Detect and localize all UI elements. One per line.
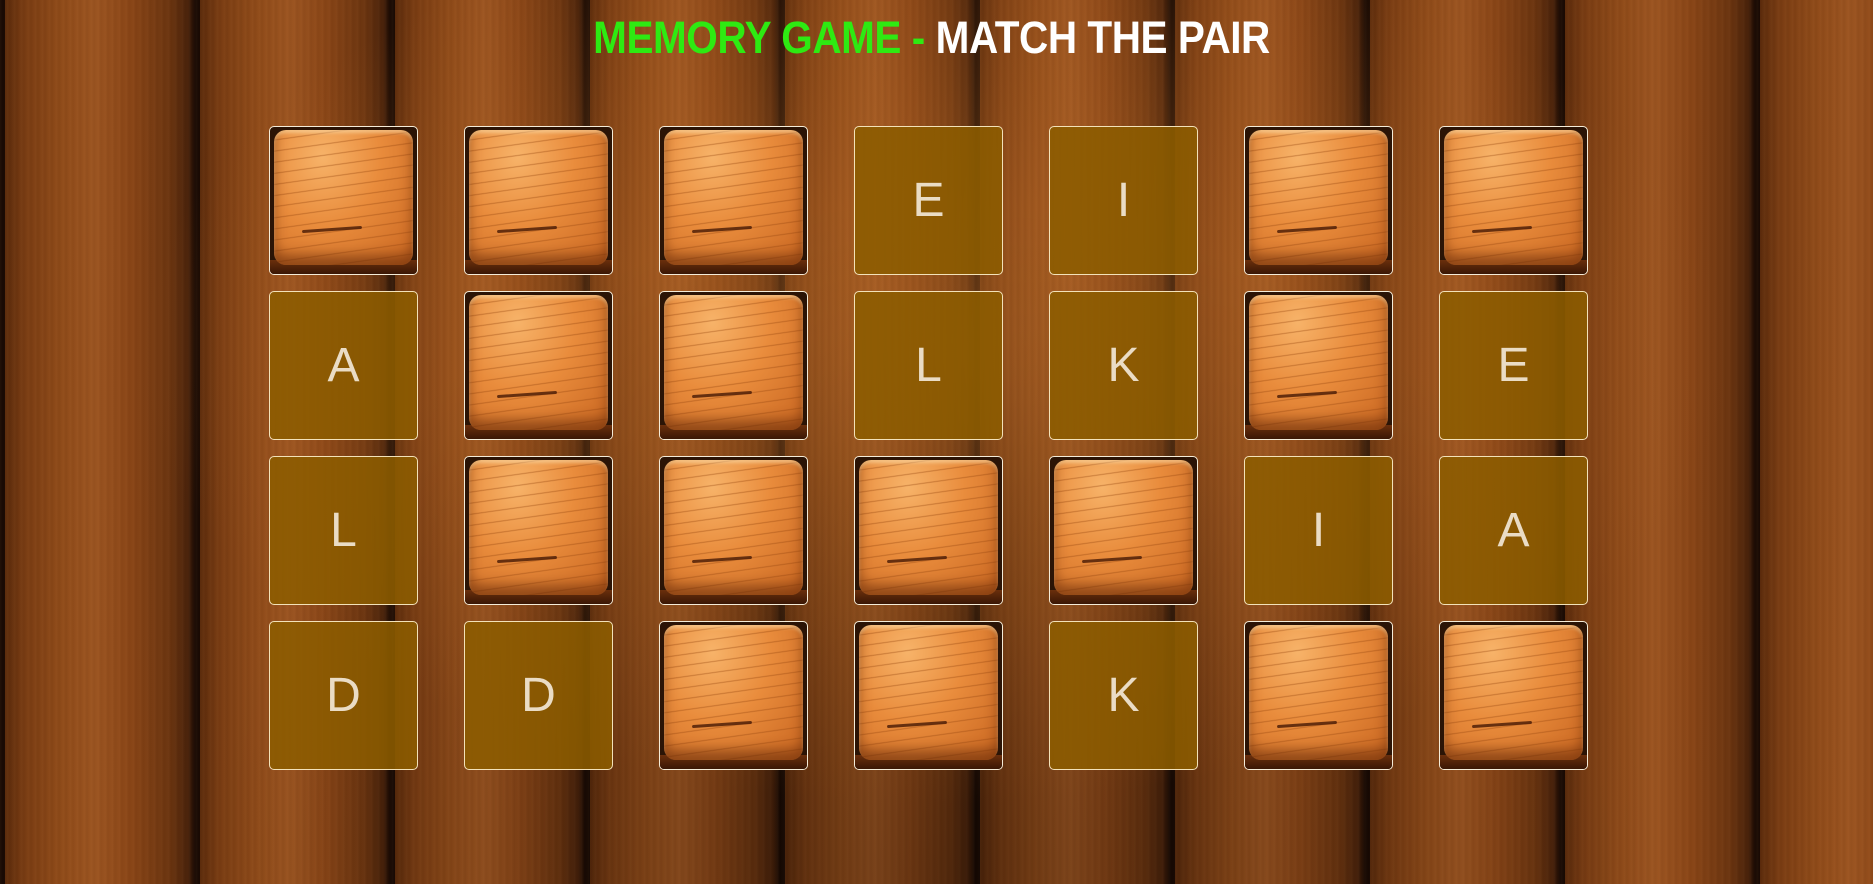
wood-tile-icon (1249, 130, 1388, 265)
card-revealed[interactable]: K (1049, 621, 1198, 770)
card-revealed[interactable]: I (1049, 126, 1198, 275)
wood-tile-icon (274, 130, 413, 265)
card-letter: D (521, 669, 556, 722)
title-separator: - (911, 12, 925, 63)
wood-tile-icon (859, 625, 998, 760)
wood-tile-icon (859, 460, 998, 595)
card-face-down[interactable] (659, 291, 808, 440)
card-face-down[interactable] (659, 456, 808, 605)
card-letter: E (912, 174, 945, 227)
card-face-down[interactable] (1439, 621, 1588, 770)
card-revealed[interactable]: A (269, 291, 418, 440)
card-revealed[interactable]: K (1049, 291, 1198, 440)
card-face-down[interactable] (854, 456, 1003, 605)
wood-tile-icon (664, 460, 803, 595)
card-face-down[interactable] (659, 126, 808, 275)
card-face-down[interactable] (1244, 126, 1393, 275)
wood-tile-icon (1444, 130, 1583, 265)
card-letter: K (1107, 339, 1140, 392)
wood-tile-icon (664, 130, 803, 265)
card-revealed[interactable]: A (1439, 456, 1588, 605)
card-revealed[interactable]: E (854, 126, 1003, 275)
title-game-name: MEMORY GAME (593, 12, 901, 63)
card-face-down[interactable] (464, 456, 613, 605)
game-board: E I A L K E L I A D D K (269, 126, 1588, 770)
wood-tile-icon (664, 295, 803, 430)
wood-tile-icon (1444, 625, 1583, 760)
wood-tile-icon (1249, 625, 1388, 760)
card-letter: D (326, 669, 361, 722)
card-revealed[interactable]: E (1439, 291, 1588, 440)
card-letter: L (330, 504, 357, 557)
card-revealed[interactable]: L (854, 291, 1003, 440)
card-letter: A (1497, 504, 1530, 557)
wood-tile-icon (469, 130, 608, 265)
card-letter: I (1116, 174, 1131, 227)
card-face-down[interactable] (854, 621, 1003, 770)
wood-tile-icon (1054, 460, 1193, 595)
wood-tile-icon (1249, 295, 1388, 430)
card-revealed[interactable]: D (269, 621, 418, 770)
card-letter: L (915, 339, 942, 392)
card-face-down[interactable] (1439, 126, 1588, 275)
card-face-down[interactable] (659, 621, 808, 770)
card-letter: E (1497, 339, 1530, 392)
page-title: MEMORY GAME - MATCH THE PAIR (93, 12, 1770, 64)
card-face-down[interactable] (1244, 621, 1393, 770)
card-revealed[interactable]: L (269, 456, 418, 605)
card-face-down[interactable] (464, 291, 613, 440)
wood-tile-icon (664, 625, 803, 760)
card-face-down[interactable] (269, 126, 418, 275)
title-subtitle: MATCH THE PAIR (935, 12, 1271, 63)
card-letter: I (1311, 504, 1326, 557)
card-revealed[interactable]: D (464, 621, 613, 770)
card-letter: A (327, 339, 360, 392)
wood-tile-icon (469, 460, 608, 595)
card-face-down[interactable] (464, 126, 613, 275)
card-letter: K (1107, 669, 1140, 722)
card-face-down[interactable] (1244, 291, 1393, 440)
card-revealed[interactable]: I (1244, 456, 1393, 605)
wood-tile-icon (469, 295, 608, 430)
card-face-down[interactable] (1049, 456, 1198, 605)
